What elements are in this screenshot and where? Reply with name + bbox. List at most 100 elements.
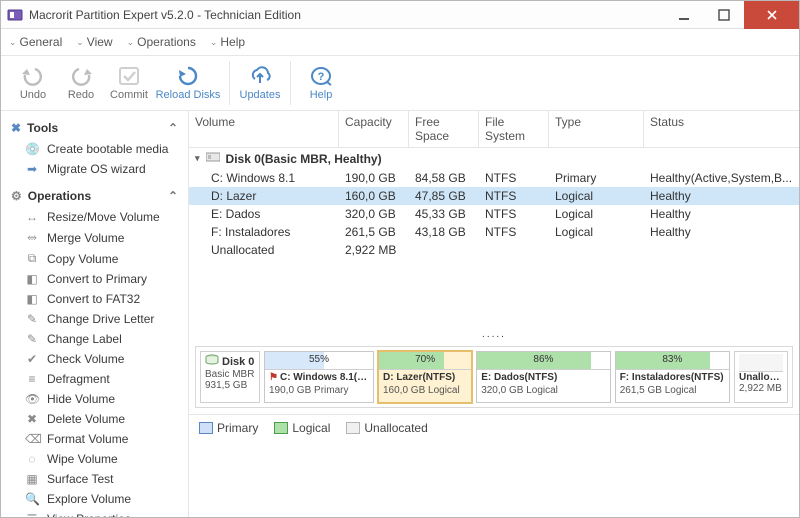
cell-capacity: 320,0 GB xyxy=(339,205,409,223)
diskmap-partition[interactable]: 70%D: Lazer(NTFS)160,0 GB Logical xyxy=(378,351,472,403)
sidebar-item-label: Explore Volume xyxy=(47,492,131,506)
chevron-down-icon: ⌄ xyxy=(9,37,17,48)
sidebar-op-item[interactable]: ▦Surface Test xyxy=(7,469,182,489)
op-icon: ▦ xyxy=(25,472,39,486)
volume-row[interactable]: E: Dados320,0 GB45,33 GBNTFSLogicalHealt… xyxy=(189,205,799,223)
sidebar[interactable]: ✖ Tools ⌃ 💿 Create bootable media ➡Migrate… xyxy=(1,111,189,517)
tools-section[interactable]: ✖ Tools ⌃ xyxy=(7,117,182,139)
sidebar-op-item[interactable]: ✎Change Label xyxy=(7,329,182,349)
tools-icon: ✖ xyxy=(11,121,21,135)
updates-button[interactable]: Updates xyxy=(236,65,284,101)
redo-button[interactable]: Redo xyxy=(57,65,105,101)
op-icon: ≡ xyxy=(25,372,39,386)
sidebar-op-item[interactable]: ⥈Merge Volume xyxy=(7,227,182,248)
partition-name: E: Dados(NTFS) xyxy=(481,372,606,385)
volume-row[interactable]: D: Lazer160,0 GB47,85 GBNTFSLogicalHealt… xyxy=(189,187,799,205)
sidebar-item-label: Change Drive Letter xyxy=(47,312,154,326)
sidebar-op-item[interactable]: ☰View Properties xyxy=(7,509,182,517)
col-capacity[interactable]: Capacity xyxy=(339,111,409,147)
chevron-up-icon: ⌃ xyxy=(168,189,178,203)
sidebar-item-label: Migrate OS wizard xyxy=(47,162,146,176)
disk-row[interactable]: ▾ Disk 0(Basic MBR, Healthy) xyxy=(189,148,799,169)
sidebar-op-item[interactable]: 👁Hide Volume xyxy=(7,389,182,409)
sidebar-op-item[interactable]: ◌Wipe Volume xyxy=(7,449,182,469)
sidebar-op-item[interactable]: ◧Convert to Primary xyxy=(7,269,182,289)
menu-help[interactable]: ⌄Help xyxy=(210,35,245,49)
menu-operations[interactable]: ⌄Operations xyxy=(127,35,196,49)
cell-fs: NTFS xyxy=(479,187,549,205)
volume-row[interactable]: F: Instaladores261,5 GB43,18 GBNTFSLogic… xyxy=(189,223,799,241)
operations-icon: ⚙ xyxy=(11,189,22,203)
menu-bar: ⌄General ⌄View ⌄Operations ⌄Help xyxy=(1,29,799,55)
cell-capacity: 160,0 GB xyxy=(339,187,409,205)
toolbar: Undo Redo Commit Reload Disks Updates ? … xyxy=(1,55,799,111)
separator xyxy=(229,61,230,105)
sidebar-op-item[interactable]: ≡Defragment xyxy=(7,369,182,389)
sidebar-item-label: Hide Volume xyxy=(47,392,115,406)
body: ✖ Tools ⌃ 💿 Create bootable media ➡Migrate… xyxy=(1,111,799,517)
help-icon: ? xyxy=(309,65,333,87)
menu-view[interactable]: ⌄View xyxy=(76,35,112,49)
undo-icon xyxy=(21,65,45,87)
ellipsis-separator: ..... xyxy=(189,329,799,340)
title-bar: Macrorit Partition Expert v5.2.0 - Techn… xyxy=(1,1,799,29)
op-icon: ☰ xyxy=(25,512,39,517)
maximize-button[interactable] xyxy=(704,1,744,29)
col-freespace[interactable]: Free Space xyxy=(409,111,479,147)
sidebar-op-item[interactable]: ✔Check Volume xyxy=(7,349,182,369)
op-icon: ↔ xyxy=(25,210,39,224)
diskmap-partition[interactable]: 83%F: Instaladores(NTFS)261,5 GB Logical xyxy=(615,351,730,403)
sidebar-op-item[interactable]: ◧Convert to FAT32 xyxy=(7,289,182,309)
chevron-up-icon: ⌃ xyxy=(168,121,178,135)
op-icon: ✔ xyxy=(25,352,39,366)
usage-percent: 70% xyxy=(415,354,435,365)
op-icon: ⧉ xyxy=(25,251,39,266)
sidebar-item-label: Delete Volume xyxy=(47,412,125,426)
volume-row[interactable]: Unallocated2,922 MB xyxy=(189,241,799,259)
close-button[interactable] xyxy=(744,1,799,29)
cell-volume: D: Lazer xyxy=(189,187,339,205)
cell-free: 45,33 GB xyxy=(409,205,479,223)
usage-percent: 83% xyxy=(662,354,682,365)
cell-fs: NTFS xyxy=(479,205,549,223)
menu-general[interactable]: ⌄General xyxy=(9,35,62,49)
cell-status: Healthy xyxy=(644,223,799,241)
cell-type: Primary xyxy=(549,169,644,187)
sidebar-op-item[interactable]: ✖Delete Volume xyxy=(7,409,182,429)
window-controls xyxy=(664,1,799,29)
legend-primary: Primary xyxy=(199,421,258,435)
sidebar-op-item[interactable]: ✎Change Drive Letter xyxy=(7,309,182,329)
operations-section[interactable]: ⚙ Operations ⌃ xyxy=(7,185,182,207)
col-volume[interactable]: Volume xyxy=(189,111,339,147)
cell-fs xyxy=(479,241,549,259)
col-type[interactable]: Type xyxy=(549,111,644,147)
commit-button[interactable]: Commit xyxy=(105,65,153,101)
diskmap-partition[interactable]: 55%⚑C: Windows 8.1(N...190,0 GB Primary xyxy=(264,351,374,403)
partition-sub: 261,5 GB Logical xyxy=(620,385,725,398)
volume-row[interactable]: C: Windows 8.1190,0 GB84,58 GBNTFSPrimar… xyxy=(189,169,799,187)
sidebar-item-label: Create bootable media xyxy=(47,142,168,156)
cell-type xyxy=(549,241,644,259)
reload-disks-button[interactable]: Reload Disks xyxy=(153,65,223,101)
reload-icon xyxy=(176,65,200,87)
col-filesystem[interactable]: File System xyxy=(479,111,549,147)
sidebar-op-item[interactable]: ↔Resize/Move Volume xyxy=(7,207,182,227)
usage-percent: 86% xyxy=(533,354,553,365)
sidebar-op-item[interactable]: ⌫Format Volume xyxy=(7,429,182,449)
help-button[interactable]: ? Help xyxy=(297,65,345,101)
sidebar-tool-item[interactable]: ➡Migrate OS wizard xyxy=(7,159,182,179)
sidebar-item-label: Wipe Volume xyxy=(47,452,118,466)
sidebar-op-item[interactable]: 🔍Explore Volume xyxy=(7,489,182,509)
legend-unallocated: Unallocated xyxy=(346,421,427,435)
diskmap-unallocated[interactable]: Unalloca... 2,922 MB xyxy=(734,351,788,403)
diskmap-partition[interactable]: 86%E: Dados(NTFS)320,0 GB Logical xyxy=(476,351,611,403)
sidebar-op-item[interactable]: ⧉Copy Volume xyxy=(7,248,182,269)
minimize-button[interactable] xyxy=(664,1,704,29)
undo-button[interactable]: Undo xyxy=(9,65,57,101)
col-status[interactable]: Status xyxy=(644,111,799,147)
separator xyxy=(290,61,291,105)
cell-free: 84,58 GB xyxy=(409,169,479,187)
sidebar-tool-item[interactable]: 💿 Create bootable media xyxy=(7,139,182,159)
tool-icon: 💿 xyxy=(25,142,39,156)
diskmap-disk[interactable]: Disk 0 Basic MBR 931,5 GB xyxy=(200,351,260,403)
